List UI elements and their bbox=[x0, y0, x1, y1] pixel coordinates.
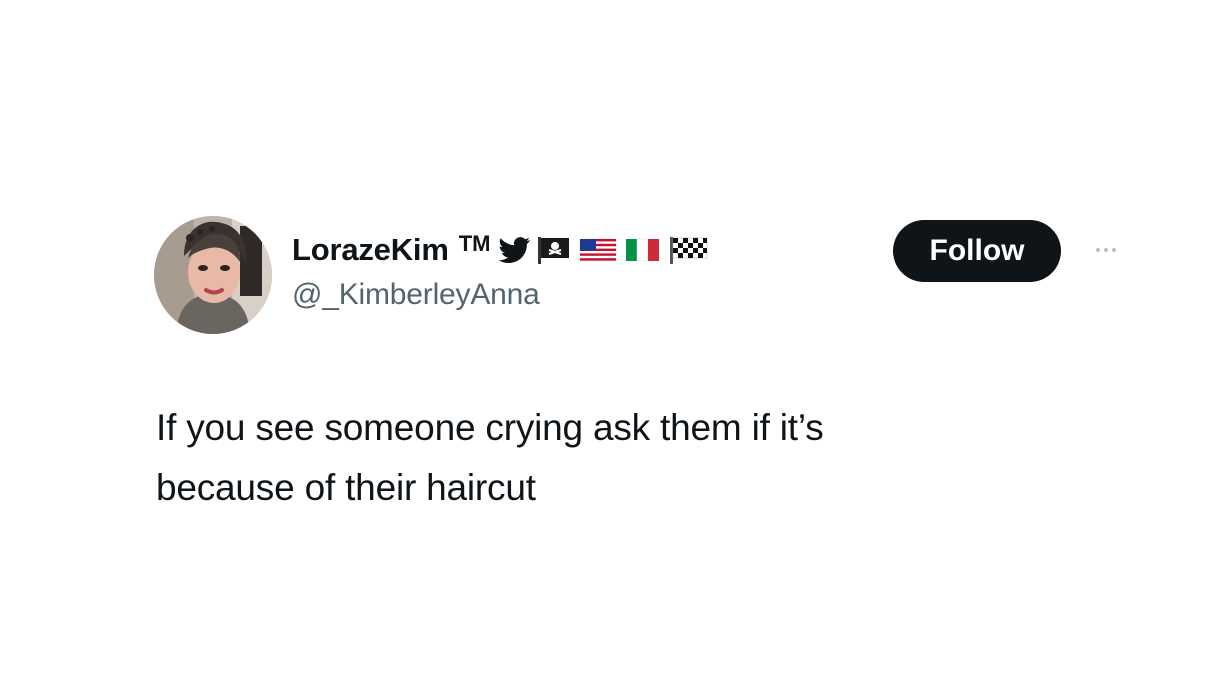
tweet-text: If you see someone crying ask them if it… bbox=[156, 407, 824, 508]
avatar-image bbox=[154, 216, 272, 334]
user-header: LorazeKim TM @_KimberleyAnna bbox=[292, 228, 710, 312]
pirate-flag-icon bbox=[538, 237, 570, 264]
avatar[interactable] bbox=[154, 216, 272, 334]
checkered-flag-icon bbox=[670, 237, 708, 264]
more-dot bbox=[1096, 248, 1100, 252]
italy-flag-icon bbox=[626, 238, 660, 262]
name-row: LorazeKim TM bbox=[292, 228, 710, 272]
tweet-card: LorazeKim TM @_KimberleyAnna Follow If y… bbox=[0, 0, 1228, 686]
us-flag-icon bbox=[580, 238, 617, 262]
display-name[interactable]: LorazeKim bbox=[292, 232, 449, 268]
follow-button[interactable]: Follow bbox=[893, 220, 1061, 282]
twitter-bird-icon bbox=[499, 237, 531, 263]
more-dot bbox=[1112, 248, 1116, 252]
user-handle[interactable]: @_KimberleyAnna bbox=[292, 278, 710, 312]
more-dot bbox=[1104, 248, 1108, 252]
trademark-mark: TM bbox=[458, 231, 491, 256]
profile-badges bbox=[498, 235, 710, 265]
more-options-icon[interactable] bbox=[1086, 240, 1126, 260]
